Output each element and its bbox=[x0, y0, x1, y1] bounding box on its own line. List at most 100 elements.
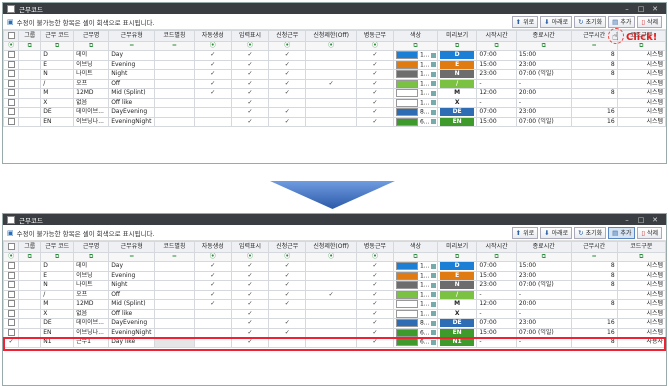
new-table-row[interactable]: ✓N1근무1Day like✓✓ 6... ↻N1--8사용자 bbox=[3, 337, 666, 348]
column-header[interactable]: 신청근무 bbox=[268, 30, 307, 42]
group-cell[interactable] bbox=[18, 337, 42, 348]
group-cell[interactable] bbox=[18, 69, 42, 80]
code-cell[interactable]: EN bbox=[40, 116, 75, 127]
group-cell[interactable] bbox=[18, 50, 42, 61]
auto-create-cell[interactable]: ✓ bbox=[193, 270, 232, 281]
ward-work-checkbox[interactable]: ✓ bbox=[372, 300, 377, 307]
input-display-cell[interactable]: ✓ bbox=[230, 116, 270, 127]
auto-create-checkbox[interactable]: ✓ bbox=[210, 291, 215, 298]
delete-button[interactable]: ▯ 삭제 bbox=[637, 226, 662, 239]
color-swatch[interactable] bbox=[396, 98, 419, 107]
input-display-checkbox[interactable]: ✓ bbox=[248, 89, 253, 96]
column-header[interactable]: 종료시간 bbox=[515, 30, 572, 42]
type-cell[interactable]: Evening bbox=[108, 59, 156, 70]
ward-work-cell[interactable]: ✓ bbox=[355, 280, 395, 291]
end-time-cell[interactable]: - bbox=[515, 289, 572, 300]
end-time-cell[interactable]: - bbox=[515, 337, 572, 348]
row-select-cell[interactable] bbox=[3, 78, 20, 89]
auto-create-checkbox[interactable]: ✓ bbox=[210, 262, 215, 269]
group-cell[interactable] bbox=[18, 88, 42, 99]
row-checkbox[interactable] bbox=[7, 281, 15, 289]
filter-cell[interactable]: ⧉ bbox=[18, 41, 42, 51]
name-cell[interactable]: 데이 bbox=[73, 50, 110, 61]
row-select-cell[interactable]: ✓ bbox=[3, 337, 20, 348]
table-row[interactable]: /오프Off✓✓✓✓✓ 1... ↻/--시스템 bbox=[3, 289, 666, 300]
code-cell[interactable]: D bbox=[40, 50, 75, 61]
input-display-cell[interactable]: ✓ bbox=[230, 59, 270, 70]
filter-cell[interactable]: ⧉ bbox=[73, 252, 110, 262]
request-limit-cell[interactable] bbox=[305, 280, 357, 291]
maximize-icon[interactable]: □ bbox=[634, 216, 648, 224]
ward-work-cell[interactable]: ✓ bbox=[355, 261, 395, 272]
input-display-cell[interactable]: ✓ bbox=[230, 270, 270, 281]
group-cell[interactable] bbox=[18, 327, 42, 338]
input-display-checkbox[interactable]: ✓ bbox=[248, 118, 253, 125]
filter-cell[interactable]: = bbox=[154, 252, 195, 262]
type-cell[interactable]: Day bbox=[108, 261, 156, 272]
request-work-cell[interactable] bbox=[268, 308, 307, 319]
type-cell[interactable]: DayEvening bbox=[108, 107, 156, 118]
row-select-cell[interactable] bbox=[3, 116, 20, 127]
column-header[interactable]: 코드구분 bbox=[616, 241, 666, 253]
request-limit-cell[interactable] bbox=[305, 337, 357, 348]
auto-create-checkbox[interactable]: ✓ bbox=[210, 70, 215, 77]
row-select-cell[interactable] bbox=[3, 289, 20, 300]
input-display-cell[interactable]: ✓ bbox=[230, 261, 270, 272]
request-work-checkbox[interactable]: ✓ bbox=[285, 291, 290, 298]
request-limit-cell[interactable] bbox=[305, 50, 357, 61]
hours-cell[interactable]: 8 bbox=[570, 337, 618, 348]
request-work-checkbox[interactable]: ✓ bbox=[285, 319, 290, 326]
type-cell[interactable]: DayEvening bbox=[108, 318, 156, 329]
move-down-button[interactable]: ⬇ 아래로 bbox=[540, 226, 573, 239]
auto-create-cell[interactable]: ✓ bbox=[193, 69, 232, 80]
input-display-checkbox[interactable]: ✓ bbox=[248, 70, 253, 77]
hours-cell[interactable] bbox=[570, 97, 618, 108]
ward-work-checkbox[interactable]: ✓ bbox=[372, 272, 377, 279]
request-work-checkbox[interactable]: ✓ bbox=[285, 118, 290, 125]
color-cell[interactable]: 1... ↻ bbox=[393, 50, 438, 61]
row-checkbox[interactable] bbox=[7, 300, 15, 308]
row-checkbox[interactable] bbox=[7, 51, 15, 59]
request-work-checkbox[interactable]: ✓ bbox=[285, 70, 290, 77]
type-cell[interactable]: Day bbox=[108, 50, 156, 61]
filter-cell[interactable]: ⦿ bbox=[230, 41, 270, 51]
request-limit-cell[interactable] bbox=[305, 88, 357, 99]
ward-work-checkbox[interactable]: ✓ bbox=[372, 262, 377, 269]
move-up-button[interactable]: ⬆ 위로 bbox=[511, 15, 539, 28]
type-cell[interactable]: Off like bbox=[108, 97, 156, 108]
alias-cell[interactable] bbox=[154, 116, 195, 127]
table-row[interactable]: N나이트Night✓✓✓✓ 1... ↻N23:0007:00 (익일)8시스템 bbox=[3, 69, 666, 80]
filter-cell[interactable]: ⦿ bbox=[3, 41, 20, 51]
code-cell[interactable]: / bbox=[40, 289, 75, 300]
color-cell[interactable]: 1... ↻ bbox=[393, 270, 438, 281]
row-checkbox[interactable] bbox=[7, 60, 15, 68]
auto-create-cell[interactable] bbox=[193, 337, 232, 348]
table-row[interactable]: X없음Off like✓✓ 1... ↻X--시스템 bbox=[3, 97, 666, 108]
row-checkbox[interactable] bbox=[7, 117, 15, 125]
request-work-cell[interactable]: ✓ bbox=[268, 107, 307, 118]
row-select-cell[interactable] bbox=[3, 327, 20, 338]
row-select-cell[interactable] bbox=[3, 318, 20, 329]
table-row[interactable]: EN이브닝나...EveningNight✓✓✓ 6... ↻EN15:0007… bbox=[3, 327, 666, 338]
name-cell[interactable]: 오프 bbox=[73, 289, 110, 300]
color-swatch[interactable] bbox=[396, 51, 419, 59]
filter-cell[interactable]: = bbox=[570, 252, 618, 262]
name-cell[interactable]: 근무1 bbox=[73, 337, 110, 348]
minimize-icon[interactable]: – bbox=[620, 216, 634, 224]
start-time-cell[interactable]: 15:00 bbox=[476, 270, 517, 281]
auto-create-cell[interactable] bbox=[193, 107, 232, 118]
filter-cell[interactable]: ⧉ bbox=[73, 41, 110, 51]
type-cell[interactable]: Off bbox=[108, 78, 156, 89]
code-cell[interactable]: X bbox=[40, 308, 75, 319]
column-header[interactable]: 시작시간 bbox=[476, 241, 517, 253]
auto-create-cell[interactable] bbox=[193, 327, 232, 338]
end-time-cell[interactable]: 23:00 bbox=[515, 59, 572, 70]
request-limit-cell[interactable] bbox=[305, 59, 357, 70]
ward-work-cell[interactable]: ✓ bbox=[355, 299, 395, 310]
request-work-cell[interactable]: ✓ bbox=[268, 327, 307, 338]
end-time-cell[interactable]: - bbox=[515, 308, 572, 319]
group-cell[interactable] bbox=[18, 116, 42, 127]
request-work-checkbox[interactable]: ✓ bbox=[285, 80, 290, 87]
input-display-checkbox[interactable]: ✓ bbox=[248, 281, 253, 288]
end-time-cell[interactable]: 23:00 bbox=[515, 270, 572, 281]
